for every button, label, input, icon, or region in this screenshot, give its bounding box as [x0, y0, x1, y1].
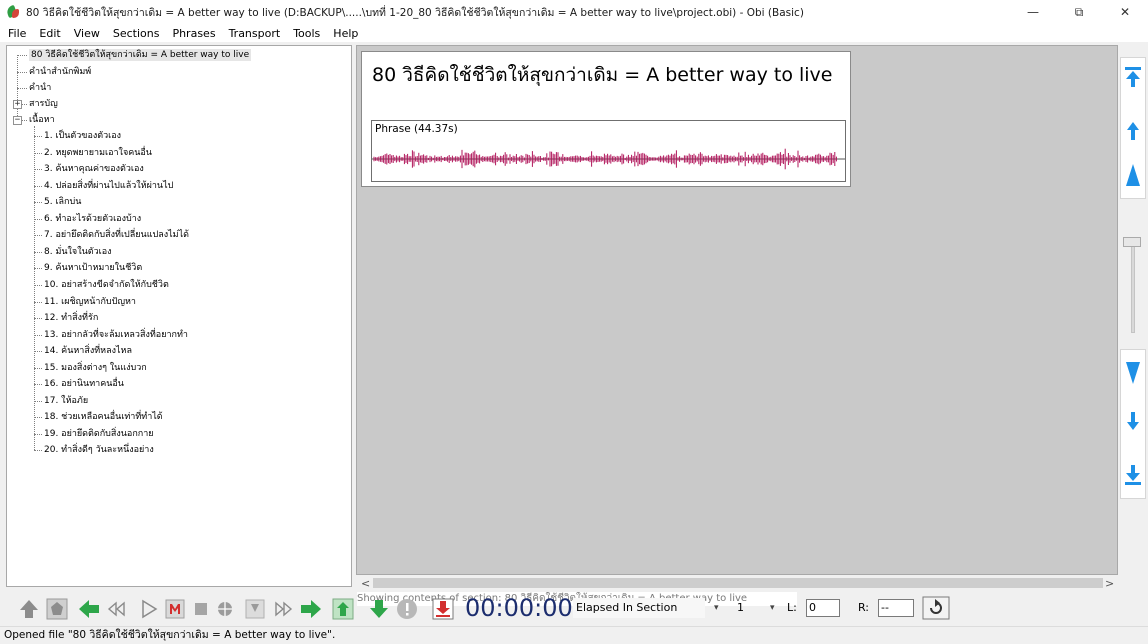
tree-item-chapter[interactable]: 10. อย่าสร้างขีดจำกัดให้กับชีวิต — [44, 279, 169, 291]
tree-item-chapter[interactable]: 13. อย่ากลัวที่จะล้มเหลวสิ่งที่อยากทำ — [44, 329, 188, 341]
window-title: 80 วิธีคิดใช้ชีวิตให้สุขกว่าเดิม = A bet… — [26, 6, 804, 19]
next-phrase-icon[interactable] — [1121, 408, 1145, 434]
menu-view[interactable]: View — [74, 27, 100, 40]
tree-item-chapter[interactable]: 8. มั่นใจในตัวเอง — [44, 246, 112, 258]
time-mode-dropdown-icon[interactable]: ▾ — [714, 598, 719, 618]
obi-app-icon — [5, 4, 20, 19]
menu-transport[interactable]: Transport — [229, 27, 281, 40]
tree-item-chapter[interactable]: 16. อย่านินทาคนอื่น — [44, 378, 124, 390]
monitor-icon[interactable] — [214, 598, 236, 620]
collapse-content-icon[interactable]: − — [13, 116, 22, 125]
tree-item-chapter[interactable]: 15. มองสิ่งต่างๆ ในแง่บวก — [44, 362, 147, 374]
rewind-icon[interactable] — [106, 598, 128, 620]
obi-window: 80 วิธีคิดใช้ชีวิตให้สุขกว่าเดิม = A bet… — [0, 0, 1148, 644]
expand-toc-icon[interactable]: + — [13, 100, 22, 109]
title-bar: 80 วิธีคิดใช้ชีวิตให้สุขกว่าเดิม = A bet… — [0, 0, 1148, 24]
section-title: 80 วิธีคิดใช้ชีวิตให้สุขกว่าเดิม = A bet… — [372, 64, 833, 86]
level-select[interactable]: 1 — [734, 598, 760, 618]
nav-up-group — [1120, 57, 1146, 199]
left-level-field[interactable]: 0 — [806, 599, 840, 617]
tree-item-contents[interactable]: สารบัญ — [29, 98, 58, 110]
zoom-slider-track[interactable] — [1131, 237, 1135, 333]
time-mode-select[interactable]: Elapsed In Section — [573, 598, 705, 618]
scroll-thumb[interactable] — [373, 578, 1103, 588]
go-down-icon[interactable] — [368, 598, 390, 620]
tree-item-publisher-preface[interactable]: คำนำสำนักพิมพ์ — [29, 66, 91, 78]
zoom-slider-thumb[interactable] — [1123, 237, 1141, 247]
nav-down-group — [1120, 349, 1146, 499]
go-to-end-icon[interactable] — [1121, 462, 1145, 488]
next-section-icon[interactable] — [300, 598, 322, 620]
menu-sections[interactable]: Sections — [113, 27, 160, 40]
window-controls: — ⧉ ✕ — [1010, 0, 1148, 24]
tree-item-chapter[interactable]: 7. อย่ายึดติดกับสิ่งที่เปลี่ยนแปลงไม่ได้ — [44, 229, 189, 241]
tree-item-chapter[interactable]: 9. ค้นหาเป้าหมายในชีวิต — [44, 262, 142, 274]
content-view[interactable]: 80 วิธีคิดใช้ชีวิตให้สุขกว่าเดิม = A bet… — [356, 45, 1118, 575]
tree-item-chapter[interactable]: 3. ค้นหาคุณค่าของตัวเอง — [44, 163, 144, 175]
tree-item-chapter[interactable]: 11. เผชิญหน้ากับปัญหา — [44, 296, 136, 308]
phrase-block[interactable]: Phrase (44.37s) — [371, 120, 846, 182]
r-label: R: — [858, 601, 870, 614]
record-icon[interactable] — [164, 598, 186, 620]
menu-bar: File Edit View Sections Phrases Transpor… — [0, 24, 1148, 42]
tree-item-chapter[interactable]: 2. หยุดพยายามเอาใจคนอื่น — [44, 147, 152, 159]
next-page-icon[interactable] — [1121, 360, 1145, 386]
record-marker-icon[interactable] — [432, 598, 454, 620]
time-display: 00:00:00 — [465, 594, 573, 622]
play-icon[interactable] — [138, 598, 160, 620]
tree-item-chapter[interactable]: 20. ทำสิ่งดีๆ วันละหนึ่งอย่าง — [44, 444, 154, 456]
move-up-level-icon[interactable] — [18, 598, 40, 620]
menu-edit[interactable]: Edit — [39, 27, 60, 40]
level-dropdown-icon[interactable]: ▾ — [770, 598, 775, 618]
toc-view-icon[interactable] — [46, 598, 68, 620]
fast-forward-icon[interactable] — [272, 598, 294, 620]
stop-icon[interactable] — [190, 598, 212, 620]
tree-item-chapter[interactable]: 4. ปล่อยสิ่งที่ผ่านไปแล้วให้ผ่านไป — [44, 180, 173, 192]
tree-item-preface[interactable]: คำนำ — [29, 82, 51, 94]
tree-item-chapter[interactable]: 5. เลิกบ่น — [44, 196, 81, 208]
tree-root-section[interactable]: 80 วิธีคิดใช้ชีวิตให้สุขกว่าเดิม = A bet… — [29, 49, 252, 61]
tree-item-chapter[interactable]: 17. ให้อภัย — [44, 395, 88, 407]
previous-section-icon[interactable] — [78, 598, 100, 620]
maximize-button[interactable]: ⧉ — [1056, 0, 1102, 24]
scroll-left-icon[interactable]: < — [361, 577, 370, 590]
l-label: L: — [787, 601, 797, 614]
audio-waveform — [372, 148, 845, 170]
insert-section-icon[interactable] — [332, 598, 354, 620]
menu-help[interactable]: Help — [333, 27, 358, 40]
pause-icon[interactable] — [244, 598, 266, 620]
tree-item-chapter[interactable]: 6. ทำอะไรด้วยตัวเองบ้าง — [44, 213, 141, 225]
scroll-right-icon[interactable]: > — [1105, 577, 1114, 590]
tree-item-chapter[interactable]: 1. เป็นตัวของตัวเอง — [44, 130, 121, 142]
horizontal-scrollbar[interactable]: < > — [357, 575, 1118, 591]
go-to-top-icon[interactable] — [1121, 64, 1145, 90]
tree-item-chapter[interactable]: 19. อย่ายึดติดกับสิ่งนอกกาย — [44, 428, 154, 440]
status-bar: Opened file "80 วิธีคิดใช้ชีวิตให้สุขกว่… — [0, 626, 1148, 644]
minimize-button[interactable]: — — [1010, 0, 1056, 24]
alert-icon[interactable] — [396, 598, 418, 620]
phrase-nav-strip — [1119, 45, 1148, 591]
tree-item-chapter[interactable]: 12. ทำสิ่งที่รัก — [44, 312, 98, 324]
reset-icon[interactable] — [922, 596, 950, 620]
previous-phrase-icon[interactable] — [1121, 118, 1145, 144]
tree-item-content[interactable]: เนื้อหา — [29, 114, 55, 126]
menu-tools[interactable]: Tools — [293, 27, 320, 40]
tree-item-chapter[interactable]: 14. ค้นหาสิ่งที่หลงไหล — [44, 345, 132, 357]
toc-tree-panel[interactable]: 80 วิธีคิดใช้ชีวิตให้สุขกว่าเดิม = A bet… — [6, 45, 352, 587]
right-level-field[interactable]: -- — [878, 599, 914, 617]
section-strip[interactable]: 80 วิธีคิดใช้ชีวิตให้สุขกว่าเดิม = A bet… — [361, 51, 851, 187]
phrase-duration-label: Phrase (44.37s) — [375, 123, 458, 135]
menu-phrases[interactable]: Phrases — [172, 27, 215, 40]
close-button[interactable]: ✕ — [1102, 0, 1148, 24]
previous-page-icon[interactable] — [1121, 162, 1145, 188]
tree-item-chapter[interactable]: 18. ช่วยเหลือคนอื่นเท่าที่ทำได้ — [44, 411, 163, 423]
menu-file[interactable]: File — [8, 27, 26, 40]
